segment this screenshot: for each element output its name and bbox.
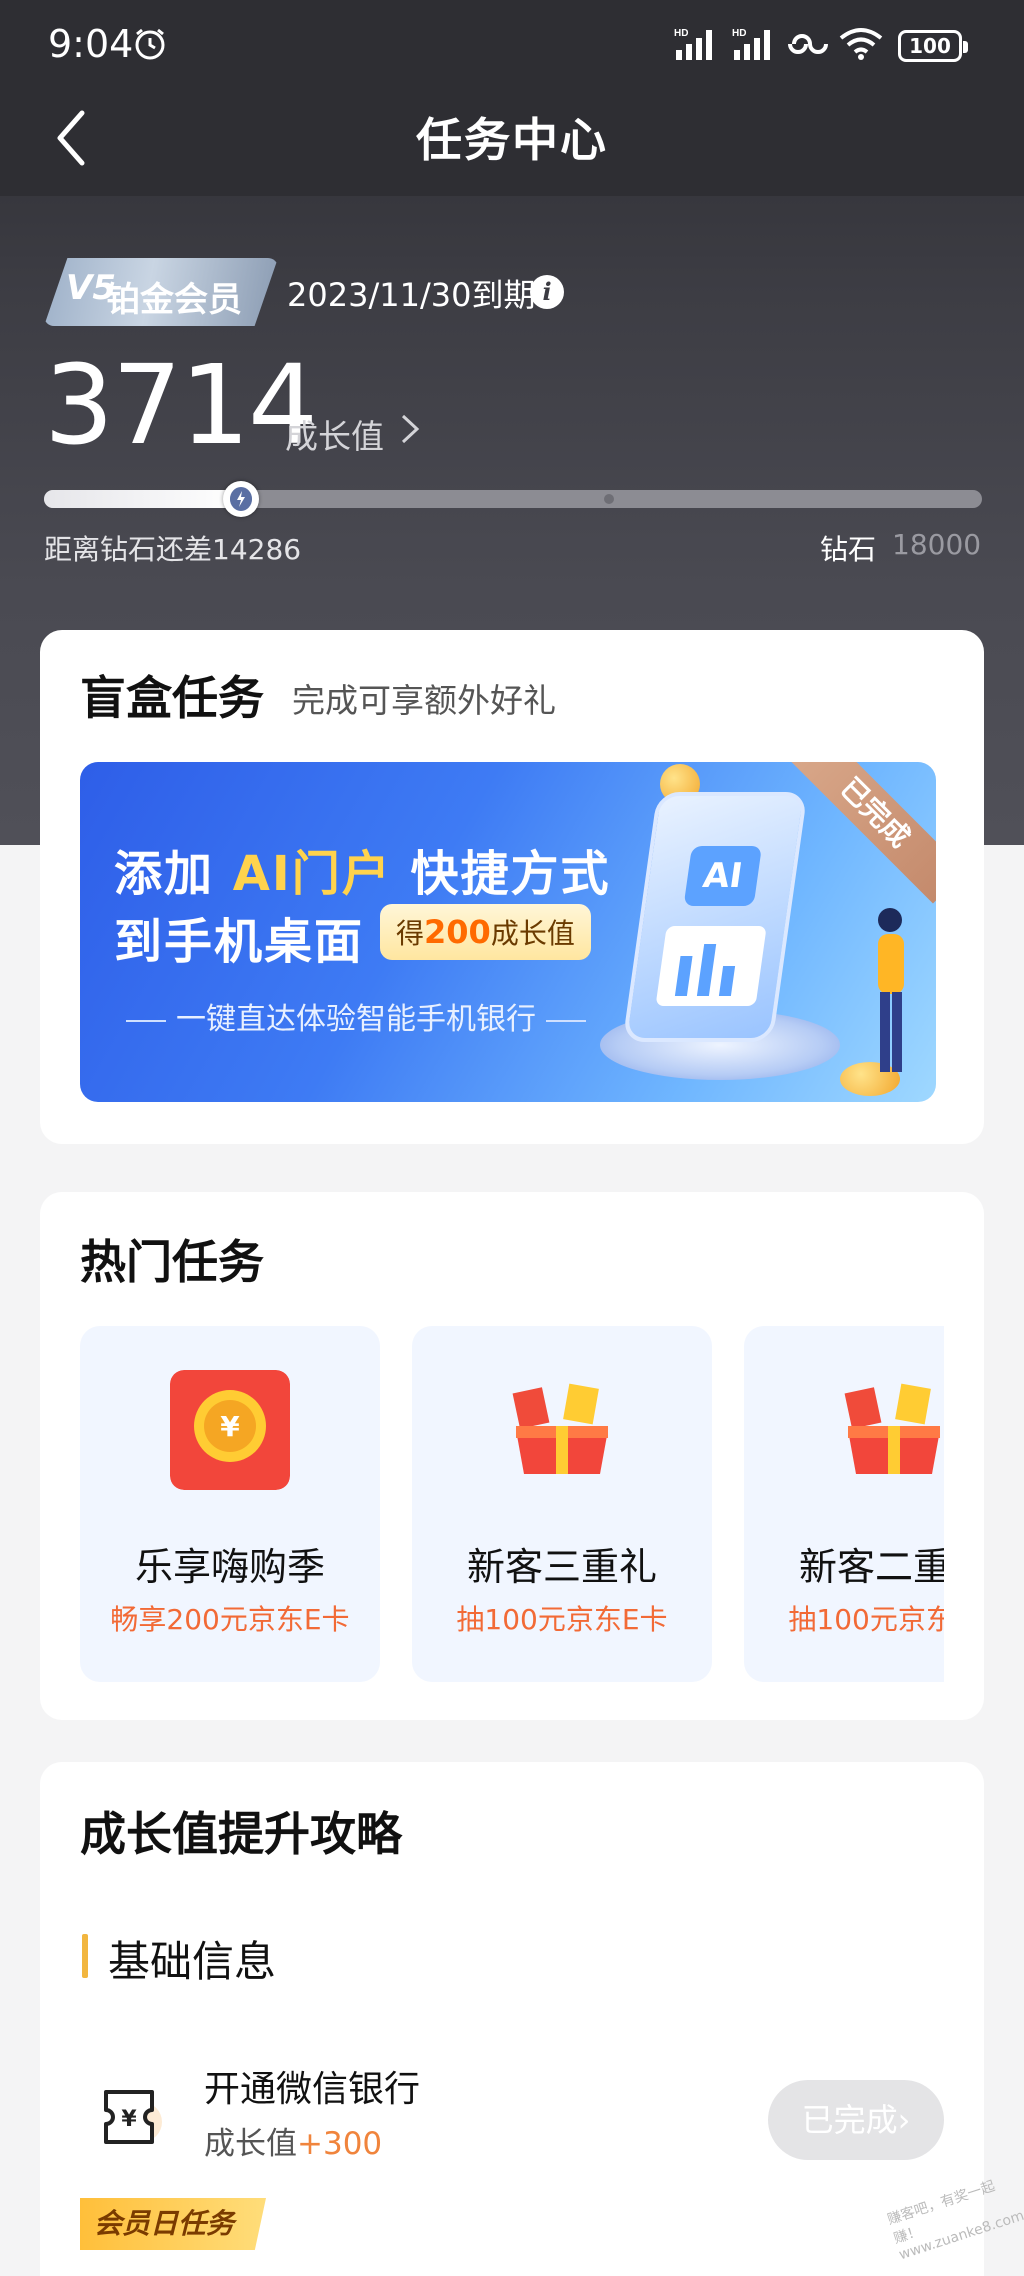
completed-ribbon: 已完成 bbox=[784, 762, 936, 904]
phone-illustration: AI bbox=[622, 792, 808, 1042]
bar-chart-icon bbox=[655, 926, 767, 1006]
growth-value-link[interactable]: 成长值 bbox=[285, 410, 384, 458]
hot-task-name: 新客三重礼 bbox=[466, 1545, 657, 1589]
hot-task-item[interactable]: 新客三重礼 抽100元京东E卡 bbox=[412, 1326, 712, 1682]
status-time: 9:04 bbox=[48, 22, 134, 66]
blind-box-title: 盲盒任务 bbox=[80, 671, 264, 725]
growth-strategy-card: 成长值提升攻略 基础信息 ¥ 开通微信银行 成长值+300 已完成› 会员日任务 bbox=[40, 1762, 984, 2276]
member-level-badge: V5 铂金会员 bbox=[44, 258, 278, 326]
progress-knob bbox=[222, 481, 259, 517]
strategy-title: 成长值提升攻略 bbox=[80, 1807, 402, 1861]
progress-gap-text: 距离钻石还差14286 bbox=[44, 533, 302, 566]
battery-indicator: 100 bbox=[898, 30, 968, 62]
hot-tasks-carousel[interactable]: ¥ 乐享嗨购季 畅享200元京东E卡 新客三重礼 抽100元京东E卡 新客二重 … bbox=[80, 1326, 944, 1682]
progress-milestone-dot bbox=[604, 494, 614, 504]
growth-progress-fill bbox=[44, 490, 241, 508]
section-basic-info: 基础信息 bbox=[108, 1937, 277, 1986]
hot-task-item[interactable]: ¥ 乐享嗨购季 畅享200元京东E卡 bbox=[80, 1326, 380, 1682]
blind-box-subtitle: 完成可享额外好礼 bbox=[292, 681, 556, 720]
hot-task-name: 新客二重礼 bbox=[798, 1545, 944, 1589]
svg-text:¥: ¥ bbox=[121, 2107, 137, 2132]
banner-reward-pill: 得200成长值 bbox=[380, 904, 591, 960]
banner-tagline: 一键直达体验智能手机银行 bbox=[116, 994, 596, 1038]
ai-portal-banner[interactable]: AI 添加 AI门户 快捷方式 到手机桌面 得200成长值 一键直达体验智能手机… bbox=[80, 762, 936, 1102]
hot-task-desc: 抽100元京东E卡 bbox=[456, 1603, 668, 1636]
member-expire-date: 2023/11/30到期 bbox=[287, 276, 536, 314]
next-level-value: 18000 bbox=[892, 528, 982, 561]
svg-text:HD: HD bbox=[674, 28, 688, 39]
red-envelope-coin-icon: ¥ bbox=[170, 1370, 290, 1490]
task-reward: 成长值+300 bbox=[204, 2126, 383, 2162]
banner-headline-1: 添加 AI门户 快捷方式 bbox=[114, 846, 611, 902]
gift-box-icon bbox=[512, 1383, 608, 1474]
ai-icon: AI bbox=[683, 846, 762, 906]
hot-task-item[interactable]: 新客二重礼 抽100元京东E卡 bbox=[744, 1326, 944, 1682]
cellular-signal-2-icon: HD bbox=[732, 28, 770, 60]
status-bar: 9:04 HD HD 100 bbox=[0, 0, 1024, 90]
member-level-name: 铂金会员 bbox=[106, 280, 242, 320]
growth-progress-bar bbox=[44, 490, 982, 508]
banner-headline-2: 到手机桌面 bbox=[114, 914, 365, 970]
hot-task-desc: 畅享200元京东E卡 bbox=[110, 1603, 350, 1636]
info-icon[interactable]: i bbox=[530, 275, 564, 309]
link-icon bbox=[788, 34, 828, 54]
member-day-tag: 会员日任务 bbox=[80, 2198, 266, 2250]
hot-task-name: 乐享嗨购季 bbox=[134, 1545, 325, 1589]
svg-text:HD: HD bbox=[732, 28, 746, 39]
task-completed-button[interactable]: 已完成› bbox=[768, 2080, 944, 2160]
cellular-signal-1-icon: HD bbox=[674, 28, 712, 60]
growth-value: 3714 bbox=[44, 341, 318, 469]
blind-box-card: 盲盒任务 完成可享额外好礼 AI 添加 AI门户 快捷方式 到手机桌面 得200… bbox=[40, 630, 984, 1144]
next-level-name: 钻石 bbox=[820, 533, 877, 566]
wechat-bank-icon: ¥ bbox=[104, 2090, 162, 2144]
hot-task-desc: 抽100元京东E卡 bbox=[788, 1603, 944, 1636]
page-title: 任务中心 bbox=[416, 113, 608, 167]
hot-tasks-title: 热门任务 bbox=[80, 1235, 264, 1289]
gift-box-icon bbox=[844, 1383, 940, 1474]
lightning-icon bbox=[229, 487, 252, 511]
section-accent-bar bbox=[82, 1934, 88, 1978]
task-name: 开通微信银行 bbox=[204, 2069, 421, 2110]
hot-tasks-card: 热门任务 ¥ 乐享嗨购季 畅享200元京东E卡 新客三重礼 抽100元京东E卡 bbox=[40, 1192, 984, 1720]
alarm-icon bbox=[135, 28, 165, 60]
wifi-icon bbox=[839, 28, 883, 60]
svg-text:¥: ¥ bbox=[220, 1410, 240, 1443]
chevron-right-icon[interactable] bbox=[398, 410, 422, 448]
person-illustration bbox=[878, 908, 904, 1072]
